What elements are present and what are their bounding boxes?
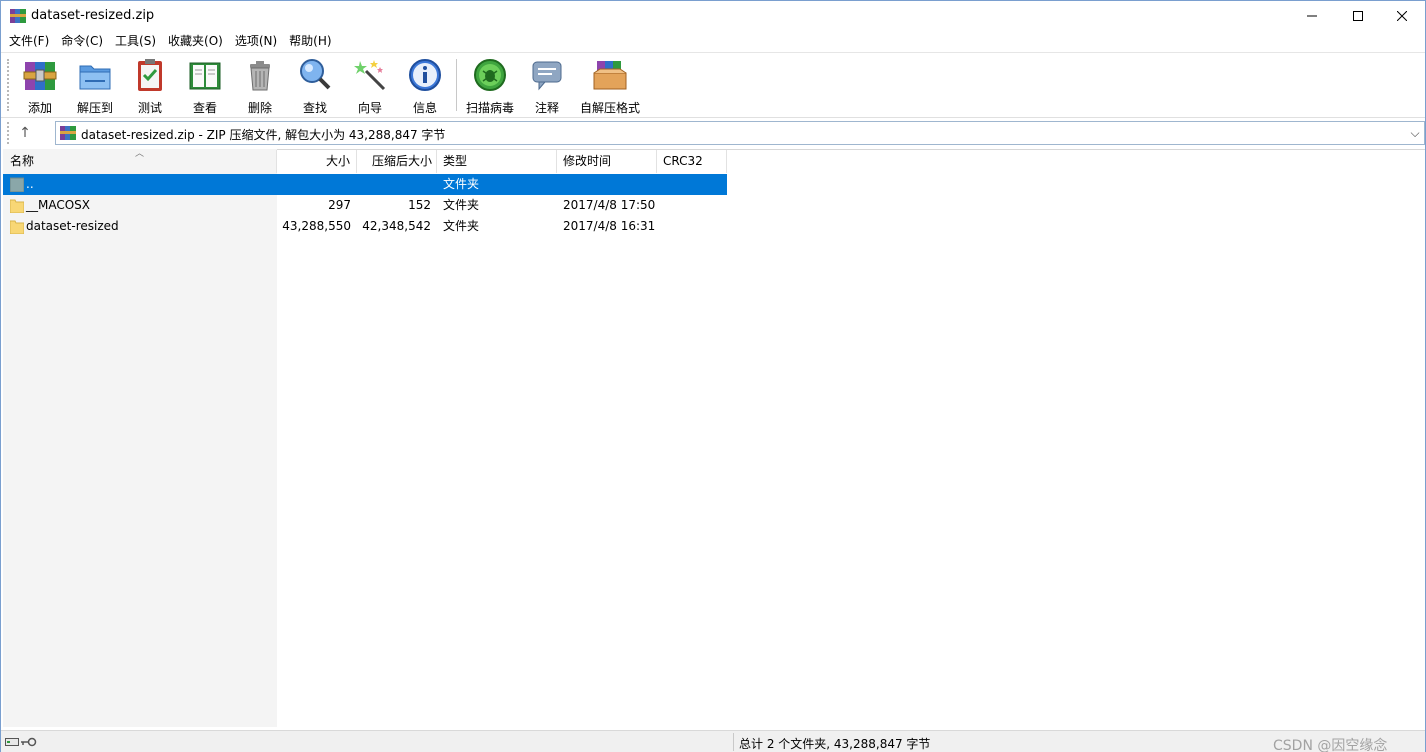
drive-icon	[5, 738, 19, 746]
row-size: 297	[328, 198, 351, 212]
column-header-crc32[interactable]: CRC32	[657, 150, 727, 173]
find-label: 查找	[302, 101, 327, 115]
magnifier-icon	[297, 57, 333, 93]
extract-to-button[interactable]: 解压到	[67, 57, 123, 115]
row-modified: 2017/4/8 17:50	[563, 198, 656, 212]
row-name: dataset-resized	[26, 219, 119, 233]
info-button[interactable]: 信息	[397, 57, 453, 115]
menu-bar: 文件(F) 命令(C) 工具(S) 收藏夹(O) 选项(N) 帮助(H)	[1, 31, 1425, 51]
sort-ascending-icon: ︿	[135, 149, 145, 159]
row-type: 文件夹	[443, 177, 480, 191]
trash-icon	[242, 57, 278, 93]
row-type: 文件夹	[443, 198, 480, 212]
row-size	[277, 174, 351, 195]
address-dropdown-icon[interactable]: ⌵	[1408, 125, 1422, 141]
info-label: 信息	[412, 101, 437, 115]
extract-to-label: 解压到	[76, 101, 113, 115]
folder-icon	[10, 199, 24, 213]
folder-icon	[10, 220, 24, 234]
table-row-macosx[interactable]: __MACOSX 297 152 文件夹 2017/4/8 17:50	[3, 195, 727, 216]
toolbar-grip[interactable]	[7, 59, 10, 111]
window-title: dataset-resized.zip	[31, 8, 155, 23]
archive-add-icon	[22, 57, 58, 93]
wizard-label: 向导	[357, 101, 382, 115]
test-label: 测试	[137, 101, 162, 115]
virus-scan-label: 扫描病毒	[465, 101, 514, 115]
column-header-size[interactable]: 大小	[277, 150, 357, 173]
parent-folder-icon	[10, 177, 24, 192]
view-book-icon	[187, 57, 223, 93]
info-icon	[407, 57, 443, 93]
comment-icon	[529, 57, 565, 93]
test-button[interactable]: 测试	[122, 57, 178, 115]
extract-folder-icon	[77, 57, 113, 93]
archive-icon	[60, 126, 76, 140]
maximize-button[interactable]	[1335, 1, 1381, 31]
wizard-wand-icon	[352, 57, 388, 93]
address-bar-row: ↑ dataset-resized.zip - ZIP 压缩文件, 解包大小为 …	[1, 117, 1425, 147]
sfx-box-icon	[592, 57, 628, 93]
menu-options[interactable]: 选项(N)	[229, 31, 283, 51]
minimize-button[interactable]	[1289, 1, 1335, 31]
key-icon	[21, 737, 37, 747]
comment-label: 注释	[534, 101, 559, 115]
title-bar: dataset-resized.zip	[1, 1, 1425, 31]
column-header-type[interactable]: 类型	[437, 150, 557, 173]
view-label: 查看	[192, 101, 217, 115]
view-button[interactable]: 查看	[177, 57, 233, 115]
status-divider	[733, 733, 734, 751]
winrar-window: dataset-resized.zip 文件(F) 命令(C) 工具(S) 收藏…	[0, 0, 1426, 752]
column-header-packed[interactable]: 压缩后大小	[357, 150, 437, 173]
add-button[interactable]: 添加	[12, 57, 68, 115]
row-name: __MACOSX	[26, 198, 91, 212]
address-box[interactable]: dataset-resized.zip - ZIP 压缩文件, 解包大小为 43…	[55, 121, 1425, 145]
add-label: 添加	[27, 101, 52, 115]
find-button[interactable]: 查找	[287, 57, 343, 115]
test-clipboard-icon	[132, 57, 168, 93]
wizard-button[interactable]: 向导	[342, 57, 398, 115]
row-packed	[357, 174, 431, 195]
status-summary: 总计 2 个文件夹, 43,288,847 字节	[739, 737, 931, 751]
address-text: dataset-resized.zip - ZIP 压缩文件, 解包大小为 43…	[81, 128, 446, 142]
up-folder-button[interactable]: ↑	[15, 122, 35, 144]
up-arrow-icon: ↑	[19, 125, 31, 141]
row-packed: 42,348,542	[362, 219, 431, 233]
watermark: CSDN @因空缘念	[1273, 738, 1388, 752]
close-button[interactable]	[1379, 1, 1425, 31]
row-type: 文件夹	[443, 219, 480, 233]
row-modified: 2017/4/8 16:31	[563, 219, 656, 233]
sfx-button[interactable]: 自解压格式	[579, 57, 641, 115]
maximize-icon	[1353, 11, 1363, 21]
address-grip[interactable]	[7, 122, 10, 144]
toolbar-separator	[456, 59, 457, 111]
menu-tools[interactable]: 工具(S)	[109, 31, 162, 51]
menu-commands[interactable]: 命令(C)	[55, 31, 109, 51]
sfx-label: 自解压格式	[579, 101, 640, 115]
delete-button[interactable]: 删除	[232, 57, 288, 115]
menu-help[interactable]: 帮助(H)	[283, 31, 337, 51]
winrar-app-icon	[10, 9, 26, 23]
table-row-dataset-resized[interactable]: dataset-resized 43,288,550 42,348,542 文件…	[3, 216, 727, 237]
menu-favorites[interactable]: 收藏夹(O)	[162, 31, 229, 51]
virus-scan-icon	[472, 57, 508, 93]
row-packed: 152	[408, 198, 431, 212]
minimize-icon	[1307, 15, 1317, 17]
row-size: 43,288,550	[282, 219, 351, 233]
status-icons	[5, 734, 43, 750]
delete-label: 删除	[247, 101, 272, 115]
toolbar: 添加 解压到 测试 查看 删除 查找 向导 信息 扫描病毒 注释 自解压格式	[1, 52, 1425, 116]
column-header-modified[interactable]: 修改时间	[557, 150, 657, 173]
status-bar: 总计 2 个文件夹, 43,288,847 字节 CSDN @因空缘念	[1, 730, 1425, 752]
row-name: ..	[26, 177, 34, 191]
menu-file[interactable]: 文件(F)	[3, 31, 55, 51]
table-row-parent[interactable]: .. 文件夹	[3, 174, 727, 195]
virus-scan-button[interactable]: 扫描病毒	[462, 57, 518, 115]
comment-button[interactable]: 注释	[519, 57, 575, 115]
close-icon	[1397, 11, 1407, 21]
